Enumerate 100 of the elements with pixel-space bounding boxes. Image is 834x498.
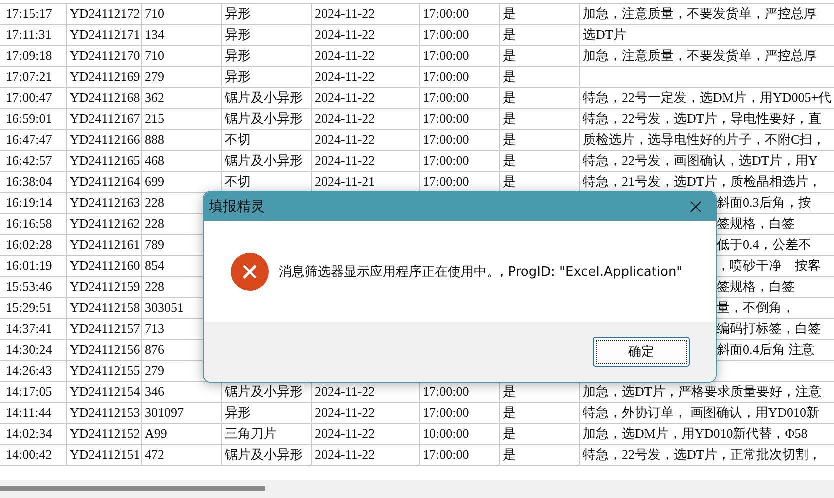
error-icon [231,252,269,290]
table-cell-text: 特急，外协订单， 画图确认，用YD010新 [582,404,821,422]
table-cell: 异形 [222,25,312,45]
table-cell: 14:02:34 [0,424,67,444]
table-cell: 16:42:57 [0,151,67,171]
table-cell: 签规格，白签 [717,279,795,294]
table-cell: 2024-11-22 [312,403,420,423]
table-cell: 是 [500,424,580,444]
close-icon[interactable] [690,200,702,212]
table-cell: 17:00:00 [420,88,500,108]
table-cell: 不切 [222,130,312,150]
table-cell: 是 [500,445,580,465]
table-cell: 锯片及小异形 [222,445,312,465]
table-cell: YD24112153 [67,403,142,423]
table-cell-text: 特急，21号发，选DT片，质检晶相选片， [582,173,822,191]
table-cell: 17:09:18 [0,46,67,66]
table-cell: YD24112167 [67,109,142,129]
table-cell: 472 [142,445,222,465]
table-cell: 15:29:51 [0,298,67,318]
table-cell: 2024-11-22 [312,88,420,108]
table-cell: 2024-11-22 [312,67,420,87]
table-cell: 17:00:47 [0,88,67,108]
table-cell: 是 [500,130,580,150]
table-cell: 异形 [222,46,312,66]
table-cell: YD24112168 [67,88,142,108]
table-cell-text: 加急，选DM片，用YD010新代替，Φ58 [582,425,809,443]
table-cell: 14:26:43 [0,361,67,381]
table-cell-text: 特急，22号发，选DT片，导电性要好，直 [582,110,822,128]
table-cell: 14:37:41 [0,319,67,339]
table-cell: YD24112172 [67,4,142,24]
table-cell: 14:11:44 [0,403,67,423]
table-cell: 17:00:00 [420,46,500,66]
table-cell: 362 [142,88,222,108]
table-cell: 16:38:04 [0,172,67,192]
table-cell: YD24112165 [67,151,142,171]
table-cell: 是 [500,25,580,45]
table-cell: 异形 [222,4,312,24]
table-cell-text: 特急，22号发，画图确认，选DT片，用Y [582,152,819,170]
table-cell: YD24112164 [67,172,142,192]
table-cell: 16:59:01 [0,109,67,129]
table-cell: 签规格，白签 [717,216,795,231]
table-cell: YD24112162 [67,214,142,234]
table-cell: YD24112160 [67,256,142,276]
table-cell: 888 [142,130,222,150]
table-cell: 14:17:05 [0,382,67,402]
table-cell: 是 [500,403,580,423]
table-cell: 15:53:46 [0,277,67,297]
table-cell: 14:30:24 [0,340,67,360]
table-cell: YD24112171 [67,25,142,45]
table-cell: YD24112154 [67,382,142,402]
table-cell: 215 [142,109,222,129]
table-cell: 134 [142,25,222,45]
table-cell: 2024-11-22 [312,4,420,24]
table-cell: 710 [142,4,222,24]
table-cell: 2024-11-22 [312,25,420,45]
table-cell: 301097 [142,403,222,423]
table-cell: 2024-11-22 [312,424,420,444]
table-cell: 17:15:17 [0,4,67,24]
table-cell: 锯片及小异形 [222,88,312,108]
table-cell: 16:01:19 [0,256,67,276]
table-cell: 是 [500,88,580,108]
table-cell: 锯片及小异形 [222,151,312,171]
table-cell: YD24112169 [67,67,142,87]
table-cell: 16:47:47 [0,130,67,150]
table-cell: 17:07:21 [0,67,67,87]
table-cell: 2024-11-22 [312,151,420,171]
table-cell: 279 [142,67,222,87]
table-cell-text: 加急，选DT片，严格要求质量要好，注意 [582,383,822,401]
table-cell: 16:19:14 [0,193,67,213]
table-cell: 16:02:28 [0,235,67,255]
table-cell: 低于0.4，公差不 [717,237,812,252]
table-cell: 量，不倒角， [717,300,795,315]
table-cell: YD24112158 [67,298,142,318]
table-cell: YD24112151 [67,445,142,465]
table-cell: 17:11:31 [0,25,67,45]
table-cell: 14:00:42 [0,445,67,465]
table-cell: 17:00:00 [420,403,500,423]
table-cell: 斜面0.3后角，按 [717,195,812,210]
table-cell: 17:00:00 [420,67,500,87]
table-cell: 2024-11-22 [312,445,420,465]
table-cell: 斜面0.4后角 注意 [717,342,814,357]
table-cell-text: 加急，注意质量，不要发货单，严控总厚 [582,47,818,65]
dialog-message: 消息筛选器显示应用程序正在使用中。, ProgID: "Excel.Application" [279,264,683,280]
table-cell: YD24112159 [67,277,142,297]
table-cell-text: 特急，22号发，选DT片，正常批次切割， [582,446,822,464]
table-cell: 锯片及小异形 [222,109,312,129]
table-cell: 2024-11-22 [312,130,420,150]
table-cell: 17:00:00 [420,445,500,465]
table-cell: 2024-11-22 [312,109,420,129]
table-cell: 17:00:00 [420,130,500,150]
table-cell: YD24112170 [67,46,142,66]
table-cell: 是 [500,109,580,129]
table-cell: 2024-11-22 [312,46,420,66]
table-cell: YD24112156 [67,340,142,360]
table-cell: 468 [142,151,222,171]
table-cell: YD24112166 [67,130,142,150]
table-cell: ，喷砂干净 按客 [717,258,821,273]
table-cell: 异形 [222,67,312,87]
table-cell: 710 [142,46,222,66]
ok-button[interactable]: 确定 [593,337,690,367]
